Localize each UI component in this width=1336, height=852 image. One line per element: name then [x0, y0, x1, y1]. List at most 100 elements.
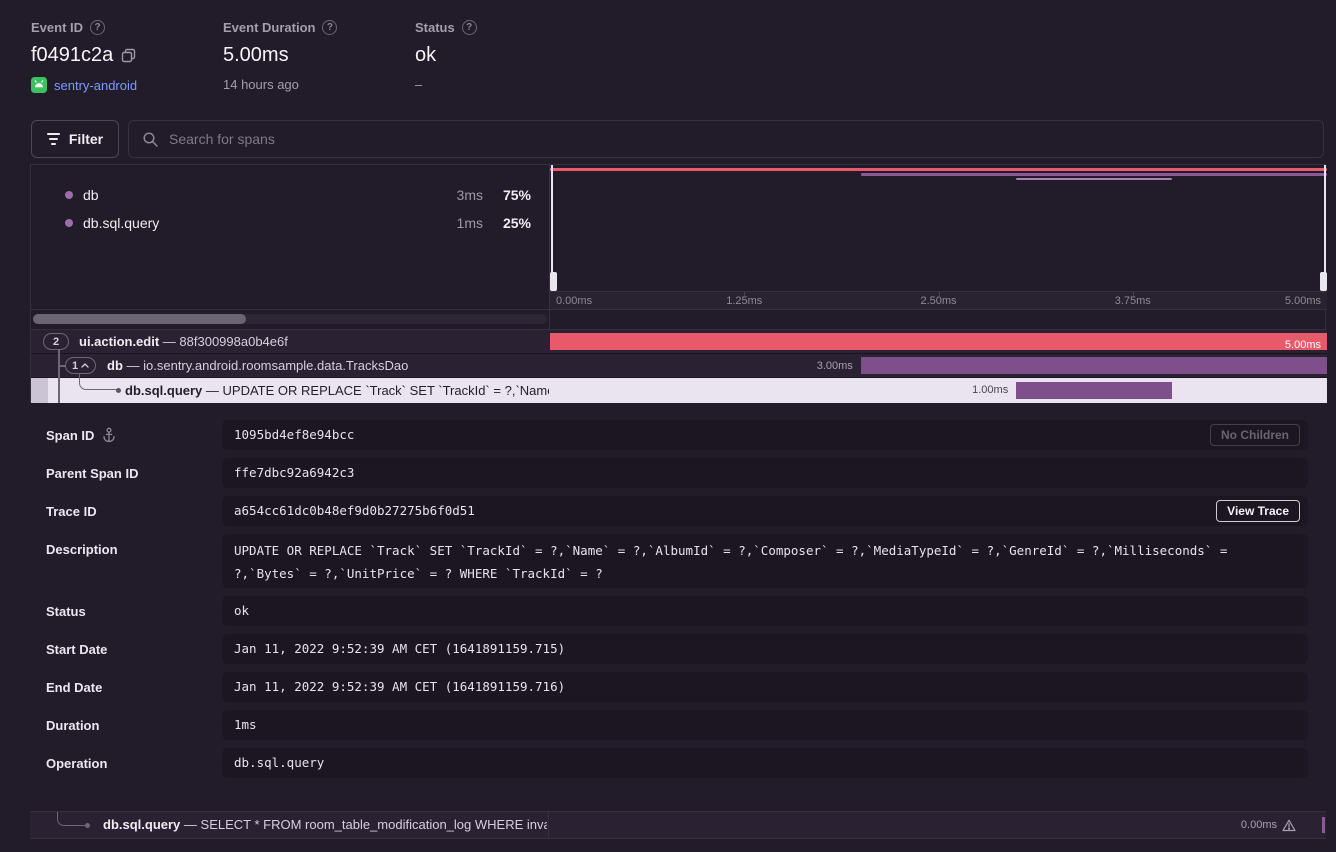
filter-button[interactable]: Filter: [31, 120, 119, 158]
span-duration-label: 3.00ms: [817, 354, 853, 377]
span-search: [128, 120, 1324, 158]
span-duration-label: 5.00ms: [1285, 333, 1321, 350]
axis-tick: 3.75ms: [1115, 295, 1151, 307]
search-input[interactable]: [169, 121, 1309, 157]
event-id-column: Event ID ? f0491c2a sentry-android: [31, 20, 137, 93]
copy-icon[interactable]: [121, 48, 136, 63]
help-icon[interactable]: ?: [322, 20, 337, 35]
filter-button-label: Filter: [69, 131, 103, 147]
legend-dot-icon: [65, 219, 73, 227]
status-column: Status ? ok –: [415, 20, 477, 92]
span-bar[interactable]: [1016, 382, 1171, 399]
chevron-up-icon: [81, 363, 89, 368]
minimap-right-handle-grip[interactable]: [1320, 272, 1327, 291]
footer-span-bar: [1322, 817, 1325, 833]
span-description: — 88f300998a0b4e6f: [163, 334, 288, 349]
span-operation: db: [107, 358, 123, 373]
legend-operation: db: [83, 187, 99, 203]
legend-duration: 1ms: [457, 215, 483, 231]
span-duration-label: 0.00ms: [1241, 812, 1277, 838]
android-icon: [31, 77, 47, 93]
warning-icon: [1282, 819, 1296, 832]
legend-dot-icon: [65, 191, 73, 199]
status-label: Status: [415, 20, 455, 35]
detail-label: Operation: [46, 756, 107, 771]
span-row-db-sql-query-selected[interactable]: db.sql.query — UPDATE OR REPLACE `Track`…: [31, 378, 1327, 403]
detail-label: Span ID: [46, 428, 94, 443]
status-detail-value: ok: [222, 596, 1308, 626]
help-icon[interactable]: ?: [462, 20, 477, 35]
event-id-value: f0491c2a: [31, 44, 113, 67]
axis-tick: 2.50ms: [920, 295, 956, 307]
event-duration-column: Event Duration ? 5.00ms 14 hours ago: [223, 20, 337, 92]
detail-label: Start Date: [46, 642, 107, 657]
scrollbar-thumb[interactable]: [33, 314, 246, 324]
description-value: UPDATE OR REPLACE `Track` SET `TrackId` …: [222, 534, 1308, 588]
anchor-icon[interactable]: [102, 427, 116, 443]
span-id-value: 1095bd4ef8e94bcc No Children: [222, 420, 1308, 450]
minimap-span-line: [861, 173, 1327, 176]
span-waterfall: 2 ui.action.edit — 88f300998a0b4e6f 5.00…: [31, 330, 1327, 403]
span-duration-label: 1.00ms: [972, 378, 1008, 403]
tree-elbow-connector: [57, 812, 88, 826]
parent-span-id-value: ffe7dbc92a6942c3: [222, 458, 1308, 488]
time-axis: 0.00ms 1.25ms 2.50ms 3.75ms 5.00ms: [550, 291, 1327, 309]
trace-minimap[interactable]: [550, 165, 1327, 291]
span-row-ui-action-edit[interactable]: 2 ui.action.edit — 88f300998a0b4e6f 5.00…: [31, 330, 1327, 354]
status-value: ok: [415, 44, 436, 67]
span-description: — SELECT * FROM room_table_modification_…: [184, 817, 547, 832]
selected-row-marker: [31, 378, 48, 403]
legend-item-db-sql-query[interactable]: db.sql.query 1ms 25%: [31, 209, 549, 237]
project-link[interactable]: sentry-android: [54, 78, 137, 93]
tree-node-dot: [116, 388, 121, 393]
span-description: — UPDATE OR REPLACE `Track` SET `TrackId…: [206, 383, 549, 398]
horizontal-scrollbar[interactable]: [33, 314, 547, 324]
detail-label: Status: [46, 604, 86, 619]
legend-operation: db.sql.query: [83, 215, 159, 231]
detail-label: Description: [46, 542, 118, 557]
filter-icon: [47, 133, 60, 145]
operation-value: db.sql.query: [222, 748, 1308, 778]
trace-view-panel: db 3ms 75% db.sql.query 1ms 25% 0.00ms 1…: [30, 164, 1326, 402]
legend-item-db[interactable]: db 3ms 75%: [31, 181, 549, 209]
legend-duration: 3ms: [457, 187, 483, 203]
trace-id-value: a654cc61dc0b48ef9d0b27275b6f0d51 View Tr…: [222, 496, 1308, 526]
view-trace-button[interactable]: View Trace: [1216, 500, 1300, 522]
event-duration-value: 5.00ms: [223, 44, 289, 67]
span-row-footer-select-query[interactable]: db.sql.query — SELECT * FROM room_table_…: [30, 811, 1326, 839]
minimap-span-line: [550, 168, 1327, 171]
span-children-toggle[interactable]: 2: [43, 333, 69, 350]
tree-node-dot: [85, 823, 90, 828]
span-description: — io.sentry.android.roomsample.data.Trac…: [127, 358, 409, 373]
tree-guide-line: [58, 350, 60, 403]
span-details-panel: Span ID 1095bd4ef8e94bcc No Children Par…: [30, 403, 1326, 790]
span-bar[interactable]: 5.00ms: [550, 333, 1327, 350]
minimap-left-handle-grip[interactable]: [550, 272, 557, 291]
help-icon[interactable]: ?: [90, 20, 105, 35]
span-bar[interactable]: [861, 357, 1327, 374]
status-subtext: –: [415, 77, 422, 92]
duration-value: 1ms: [222, 710, 1308, 740]
tree-elbow-connector: [79, 374, 119, 390]
detail-label: Duration: [46, 718, 99, 733]
detail-label: End Date: [46, 680, 102, 695]
event-id-label: Event ID: [31, 20, 83, 35]
span-operation: db.sql.query: [103, 817, 180, 832]
span-operation: ui.action.edit: [79, 334, 159, 349]
panel-divider: [548, 812, 549, 838]
span-operation: db.sql.query: [125, 383, 202, 398]
detail-label: Trace ID: [46, 504, 97, 519]
axis-tick: 5.00ms: [1285, 295, 1321, 307]
axis-tick: 1.25ms: [726, 295, 762, 307]
span-children-toggle[interactable]: 1: [65, 357, 96, 374]
legend-percent: 25%: [503, 215, 531, 231]
start-date-value: Jan 11, 2022 9:52:39 AM CET (1641891159.…: [222, 634, 1308, 664]
event-time-ago: 14 hours ago: [223, 77, 299, 92]
search-icon: [142, 131, 159, 148]
end-date-value: Jan 11, 2022 9:52:39 AM CET (1641891159.…: [222, 672, 1308, 702]
span-row-db[interactable]: 1 db — io.sentry.android.roomsample.data…: [31, 354, 1327, 378]
minimap-span-line: [1016, 178, 1171, 180]
detail-label: Parent Span ID: [46, 466, 138, 481]
no-children-button[interactable]: No Children: [1210, 424, 1300, 446]
legend-percent: 75%: [503, 187, 531, 203]
